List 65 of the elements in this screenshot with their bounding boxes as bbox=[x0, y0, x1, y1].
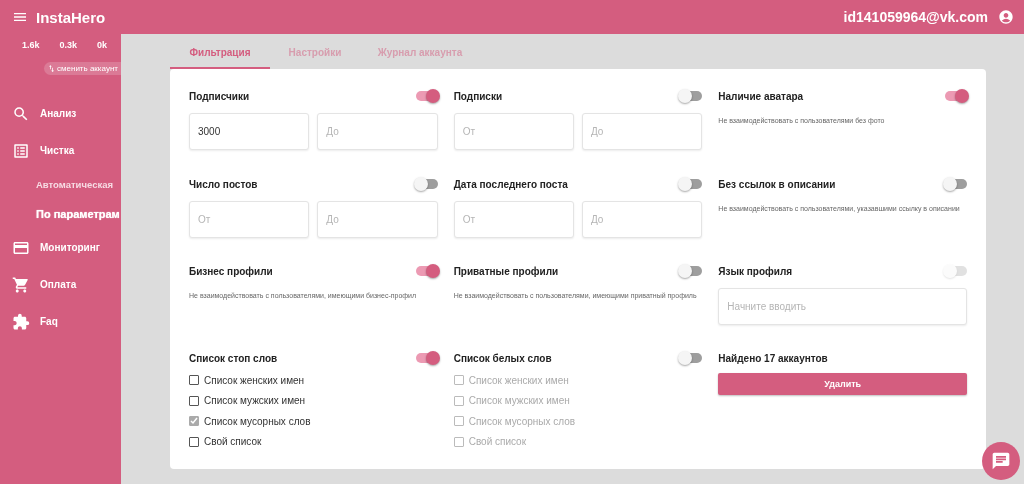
language-field[interactable]: Начните вводить bbox=[718, 288, 967, 325]
checkbox-label: Список мужских имен bbox=[204, 395, 306, 407]
toggle-switch[interactable] bbox=[945, 179, 967, 189]
account-icon[interactable] bbox=[998, 9, 1014, 25]
switch-account-button[interactable]: сменить аккаунт bbox=[44, 62, 121, 75]
checkbox[interactable] bbox=[189, 436, 199, 447]
checkbox[interactable] bbox=[189, 375, 199, 386]
toggle-switch[interactable] bbox=[680, 91, 703, 101]
to-field[interactable]: До bbox=[317, 201, 438, 238]
from-field[interactable]: От bbox=[453, 113, 574, 150]
checkbox[interactable] bbox=[189, 416, 199, 427]
checkbox-label: Список женских имен bbox=[204, 374, 305, 386]
toggle-switch[interactable] bbox=[680, 266, 703, 276]
sidebar-item[interactable]: Мониторинг bbox=[0, 229, 121, 266]
to-field[interactable]: До bbox=[582, 113, 703, 150]
filter-title: Приватные профили bbox=[453, 265, 559, 277]
from-field[interactable]: От bbox=[189, 201, 310, 238]
filter-title: Список стоп слов bbox=[189, 352, 278, 364]
filter-title: Подписчики bbox=[189, 90, 250, 102]
from-field[interactable]: От bbox=[453, 201, 574, 238]
sidebar-item[interactable]: Faq bbox=[0, 303, 121, 340]
filter-title: Наличие аватара bbox=[718, 90, 804, 102]
checkbox-label: Свой список bbox=[204, 436, 262, 448]
search-icon bbox=[12, 104, 30, 123]
from-field[interactable]: 3000 bbox=[189, 113, 310, 150]
checkbox-label: Список мусорных слов bbox=[204, 415, 311, 427]
checkbox-label: Свой список bbox=[468, 436, 527, 448]
stat-value: 1.6k bbox=[22, 40, 40, 50]
checkbox-label: Список мужских имен bbox=[468, 395, 570, 407]
sidebar-subitem[interactable]: По параметрам bbox=[0, 199, 121, 229]
sidebar-item[interactable]: Оплата bbox=[0, 266, 121, 303]
app-name: InstaHero bbox=[36, 8, 107, 26]
sidebar-subitem[interactable]: Автоматическая bbox=[0, 169, 121, 199]
chat-icon bbox=[991, 451, 1011, 471]
to-field[interactable]: До bbox=[317, 113, 438, 150]
swap-icon bbox=[47, 64, 57, 73]
filter-title: Дата последнего поста bbox=[453, 178, 568, 190]
toggle-switch[interactable] bbox=[415, 266, 438, 276]
chat-button[interactable] bbox=[982, 442, 1020, 480]
filter-title: Бизнес профили bbox=[189, 265, 273, 277]
to-field[interactable]: До bbox=[582, 201, 703, 238]
filter-title: Список белых слов bbox=[453, 352, 552, 364]
checkbox[interactable] bbox=[189, 395, 199, 406]
toggle-switch[interactable] bbox=[415, 179, 438, 189]
toggle-switch[interactable] bbox=[415, 91, 438, 101]
list-icon bbox=[12, 141, 30, 160]
filter-title: Язык профиля bbox=[718, 265, 793, 277]
filter-title: Подписки bbox=[453, 90, 503, 102]
toggle-switch[interactable] bbox=[680, 179, 703, 189]
filter-title: Без ссылок в описании bbox=[718, 178, 836, 190]
sidebar-item[interactable]: Анализ bbox=[0, 95, 121, 132]
checkbox-label: Список мусорных слов bbox=[468, 415, 576, 427]
puzzle-icon bbox=[12, 312, 30, 331]
account-email: id141059964@vk.com bbox=[843, 9, 988, 25]
filter-title: Найдено 17 аккаунтов bbox=[718, 352, 828, 364]
toggle-switch[interactable] bbox=[680, 353, 703, 363]
cart-icon bbox=[12, 275, 30, 294]
filter-title: Число постов bbox=[189, 178, 258, 190]
checkbox-label: Список женских имен bbox=[468, 374, 569, 386]
toggle-switch[interactable] bbox=[945, 91, 967, 101]
sidebar-item[interactable]: Чистка bbox=[0, 132, 121, 169]
stat-value: 0.3k bbox=[59, 40, 78, 50]
toggle-switch[interactable] bbox=[415, 353, 438, 363]
delete-button[interactable]: Удалить bbox=[718, 373, 967, 395]
stat-value: 0k bbox=[97, 40, 108, 50]
